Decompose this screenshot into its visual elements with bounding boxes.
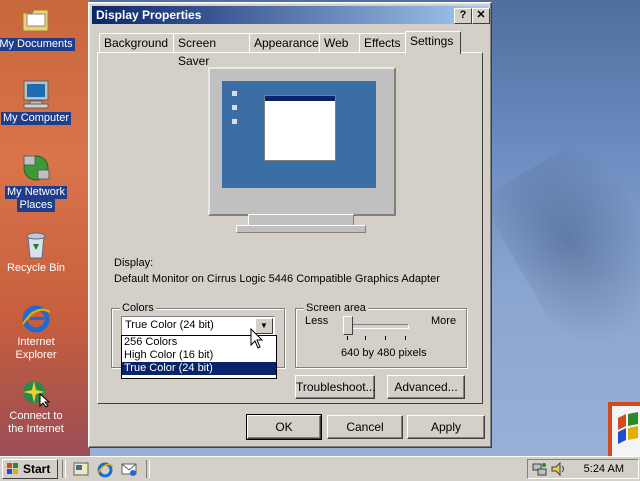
start-button[interactable]: Start xyxy=(2,459,58,479)
volume-icon[interactable] xyxy=(550,461,566,480)
start-label: Start xyxy=(23,462,51,476)
window-title: Display Properties xyxy=(96,8,202,22)
screen-area-less-label: Less xyxy=(305,315,329,327)
taskbar-separator xyxy=(62,460,66,478)
screen-area-value: 640 by 480 pixels xyxy=(341,347,427,359)
help-button[interactable]: ? xyxy=(454,8,472,24)
desktop-icon-label: Explorer xyxy=(15,349,57,361)
display-label: Display: xyxy=(114,257,154,269)
advanced-button[interactable]: Advanced... xyxy=(387,375,465,399)
monitor-preview-screen xyxy=(222,81,376,195)
connect-internet-icon xyxy=(20,376,52,408)
show-desktop-icon[interactable] xyxy=(72,460,90,478)
wallpaper-diver-shadow xyxy=(479,128,640,372)
display-adapter-value: Default Monitor on Cirrus Logic 5446 Com… xyxy=(114,273,440,285)
clock[interactable]: 5:24 AM xyxy=(584,463,624,475)
troubleshoot-button[interactable]: Troubleshoot... xyxy=(295,375,376,399)
screen-area-slider-track[interactable] xyxy=(345,324,409,329)
tab-web[interactable]: Web xyxy=(319,33,361,52)
internet-explorer-icon xyxy=(20,302,52,334)
internet-explorer-quicklaunch-icon[interactable] xyxy=(96,460,114,478)
desktop-icon-label: My Network xyxy=(4,186,68,199)
folder-documents-icon xyxy=(20,4,52,36)
recycle-bin-icon xyxy=(20,228,52,260)
windows-flag-icon xyxy=(7,463,19,475)
windows-logo-wallpaper xyxy=(608,402,640,456)
tab-background[interactable]: Background xyxy=(99,33,175,52)
slider-tick xyxy=(347,336,348,340)
computer-icon xyxy=(20,78,52,110)
tab-screen-saver[interactable]: Screen Saver xyxy=(173,33,251,68)
cancel-button[interactable]: Cancel xyxy=(327,415,403,439)
window-titlebar[interactable]: Display Properties ? ✕ xyxy=(92,6,490,24)
apply-button[interactable]: Apply xyxy=(407,415,485,439)
close-button[interactable]: ✕ xyxy=(472,8,490,24)
colors-selected-value: True Color (24 bit) xyxy=(125,319,214,331)
network-tray-icon[interactable] xyxy=(532,461,548,480)
taskbar: Start 5:24 AM xyxy=(0,456,640,481)
slider-tick xyxy=(405,336,406,340)
desktop-icon-label: Places xyxy=(17,199,55,212)
desktop-icon-label: Internet xyxy=(17,336,55,348)
desktop-icon-label: Connect to xyxy=(9,410,63,422)
desktop-icon-recycle-bin[interactable]: Recycle Bin xyxy=(0,228,76,275)
display-properties-window: Display Properties ? ✕ Background Screen… xyxy=(88,2,492,448)
desktop-icon-my-computer[interactable]: My Computer xyxy=(0,78,76,125)
colors-legend: Colors xyxy=(120,302,156,314)
taskbar-separator xyxy=(146,460,150,478)
desktop-icon-label: My Documents xyxy=(0,38,75,51)
slider-tick xyxy=(365,336,366,340)
desktop-icon-network-places[interactable]: My Network Places xyxy=(0,152,76,212)
colors-option-24bit[interactable]: True Color (24 bit) xyxy=(122,362,276,375)
system-tray: 5:24 AM xyxy=(527,459,639,479)
network-places-icon xyxy=(20,152,52,184)
monitor-base xyxy=(236,225,366,233)
desktop-icon-label: My Computer xyxy=(0,112,72,125)
tab-effects[interactable]: Effects xyxy=(359,33,409,52)
monitor-preview xyxy=(208,67,396,216)
desktop-icon-label: the Internet xyxy=(8,423,64,435)
screen-area-more-label: More xyxy=(431,315,457,327)
preview-taskbar xyxy=(222,188,376,195)
outlook-express-icon[interactable] xyxy=(120,460,138,478)
desktop-icon-connect-internet[interactable]: Connect to the Internet xyxy=(0,376,76,436)
tab-settings[interactable]: Settings xyxy=(405,31,461,54)
preview-window xyxy=(264,95,336,161)
screen-area-slider-thumb[interactable] xyxy=(343,316,353,335)
desktop-icon-my-documents[interactable]: My Documents xyxy=(0,4,76,51)
mouse-pointer-icon xyxy=(250,327,264,353)
tab-appearance[interactable]: Appearance xyxy=(249,33,321,52)
ok-button[interactable]: OK xyxy=(246,414,322,440)
slider-tick xyxy=(385,336,386,340)
desktop-icon-internet-explorer[interactable]: Internet Explorer xyxy=(0,302,76,362)
screen-area-legend: Screen area xyxy=(304,302,368,314)
desktop-icon-label: Recycle Bin xyxy=(6,262,66,274)
